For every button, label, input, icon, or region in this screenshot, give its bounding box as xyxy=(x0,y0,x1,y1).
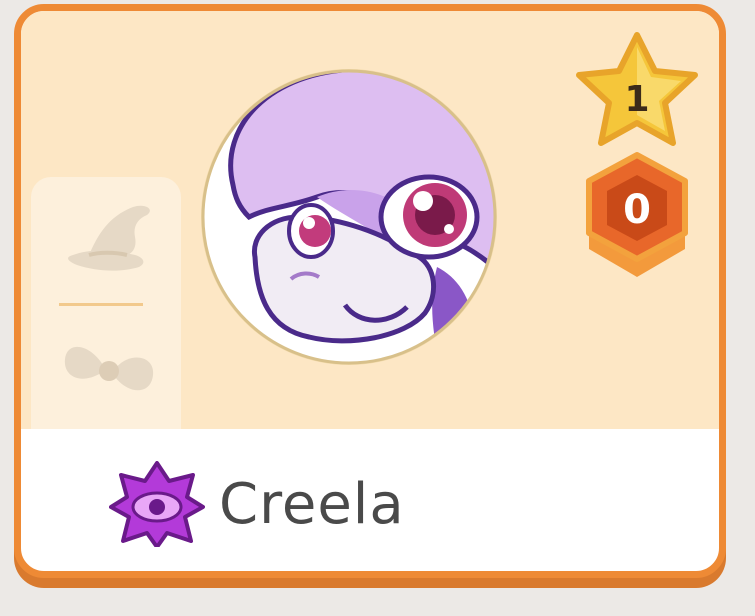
player-name: Creela xyxy=(219,471,405,537)
star-count: 1 xyxy=(624,79,649,120)
star-level-badge: 1 xyxy=(576,32,698,146)
hex-count: 0 xyxy=(623,187,651,233)
panel-divider xyxy=(59,303,143,306)
player-card[interactable]: 1 0 Creela xyxy=(14,4,726,578)
player-name-row: Creela xyxy=(109,459,405,549)
card-header-area: 1 0 xyxy=(21,11,719,429)
bow-icon[interactable] xyxy=(59,323,159,413)
hex-count-badge: 0 xyxy=(586,152,688,277)
equipment-panel xyxy=(31,177,181,429)
purple-star-eye-icon xyxy=(109,461,205,547)
creature-avatar[interactable] xyxy=(199,67,499,367)
wizard-hat-icon[interactable] xyxy=(59,197,159,287)
